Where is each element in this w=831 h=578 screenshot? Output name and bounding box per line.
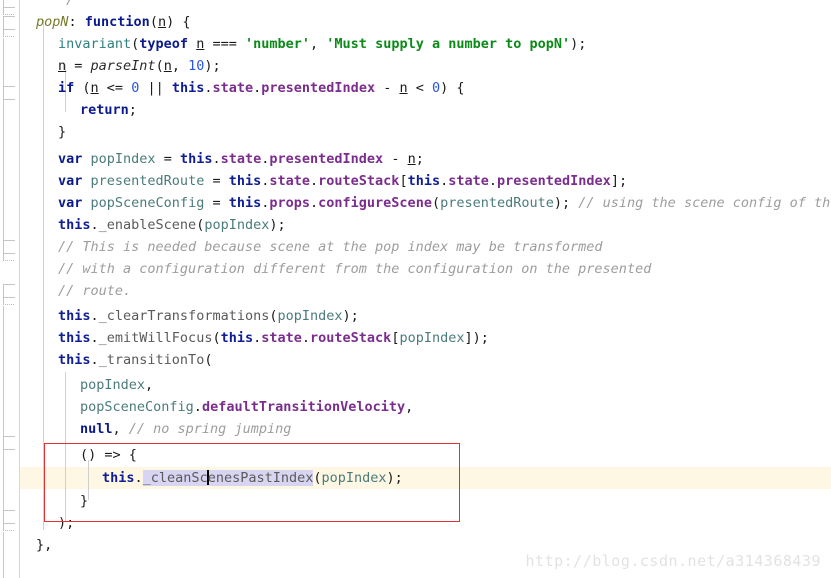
code-line[interactable]: this._cleanScenesPastIndex(popIndex); — [102, 467, 403, 489]
code-line[interactable]: // route. — [58, 280, 131, 302]
code-line[interactable]: var popIndex = this.state.presentedIndex… — [58, 148, 424, 170]
fold-region-end-marker[interactable] — [3, 524, 14, 531]
text-caret — [206, 470, 209, 485]
code-line[interactable]: } — [80, 490, 88, 512]
fold-region-end-marker[interactable] — [3, 298, 14, 305]
code-text-area[interactable]: */ popN: function(n) { invariant(typeof … — [20, 0, 831, 578]
indent-guide — [88, 460, 89, 500]
indent-guide — [43, 20, 44, 530]
code-line[interactable]: () => { — [80, 444, 137, 466]
code-line[interactable]: popN: function(n) { — [36, 11, 190, 33]
code-line[interactable]: popSceneConfig.defaultTransitionVelocity… — [80, 396, 413, 418]
code-line[interactable]: */ — [58, 0, 74, 11]
code-line[interactable]: var popSceneConfig = this.props.configur… — [58, 192, 831, 214]
fold-guide-line — [3, 100, 4, 240]
code-line[interactable]: return; — [80, 99, 137, 121]
fold-region-marker[interactable] — [3, 240, 15, 254]
fold-region-end-marker[interactable] — [3, 8, 14, 15]
code-line[interactable]: null, // no spring jumping — [80, 418, 291, 440]
fold-region-marker[interactable] — [3, 284, 15, 298]
folding-gutter[interactable] — [0, 0, 20, 578]
code-line[interactable]: // This is needed because scene at the p… — [58, 236, 603, 258]
code-line[interactable]: this._emitWillFocus(this.state.routeStac… — [58, 327, 489, 349]
fold-region-end-marker[interactable] — [3, 30, 14, 37]
code-line[interactable]: n = parseInt(n, 10); — [58, 55, 221, 77]
code-line[interactable]: if (n <= 0 || this.state.presentedIndex … — [58, 77, 465, 99]
fold-region-marker[interactable] — [3, 436, 15, 450]
fold-guide-line — [3, 38, 4, 86]
fold-guide-line — [3, 450, 4, 510]
code-line[interactable]: this._clearTransformations(popIndex); — [58, 305, 359, 327]
code-line[interactable]: this._enableScene(popIndex); — [58, 214, 286, 236]
code-line[interactable]: invariant(typeof n === 'number', 'Must s… — [58, 33, 586, 55]
watermark-url: http://blog.csdn.net/a314368439 — [525, 552, 821, 570]
code-line[interactable]: } — [58, 121, 66, 143]
fold-region-marker[interactable] — [3, 510, 15, 524]
code-line[interactable]: popIndex, — [80, 374, 153, 396]
fold-region-marker[interactable] — [3, 16, 15, 30]
fold-region-marker[interactable] — [3, 0, 15, 8]
code-line[interactable]: var presentedRoute = this.state.routeSta… — [58, 170, 627, 192]
fold-guide-line — [3, 306, 4, 436]
code-line[interactable]: // with a configuration different from t… — [58, 258, 651, 280]
fold-region-marker[interactable] — [3, 86, 15, 100]
fold-region-end-marker[interactable] — [3, 254, 14, 261]
code-line[interactable]: ); — [58, 512, 74, 534]
indent-guide — [65, 372, 66, 522]
code-line[interactable]: }, — [36, 534, 52, 556]
fold-guide-line — [3, 532, 4, 578]
highlighted-identifier[interactable]: _cleanScenesPastIndex — [142, 470, 314, 486]
code-line[interactable]: this._transitionTo( — [58, 349, 212, 371]
code-editor[interactable]: */ popN: function(n) { invariant(typeof … — [0, 0, 831, 578]
